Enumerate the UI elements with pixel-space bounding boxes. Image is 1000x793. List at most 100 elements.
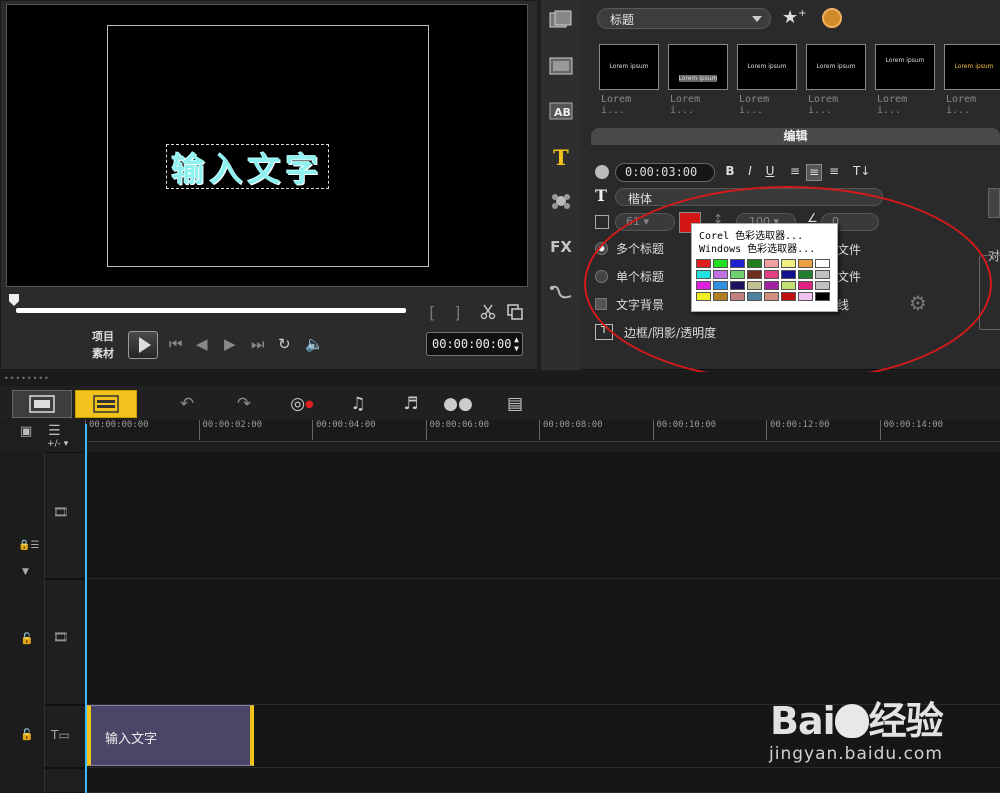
text-background-checkbox[interactable] [595,298,607,310]
italic-button[interactable]: I [742,164,758,181]
color-swatch[interactable] [815,259,830,268]
multi-title-option[interactable]: 多个标题 [595,239,664,257]
color-swatch[interactable] [696,281,711,290]
color-swatch[interactable] [747,270,762,279]
enlarge-preview-icon[interactable] [504,301,526,323]
color-swatch[interactable] [798,281,813,290]
multi-title-radio[interactable] [595,241,608,255]
open-file-label[interactable]: 文件 [837,241,861,258]
align-right-icon[interactable]: ≡ [826,164,842,181]
color-swatch[interactable] [713,292,728,301]
title-thumbnail[interactable]: Lorem ipsum [737,44,797,90]
color-swatch[interactable] [713,259,728,268]
mark-out-button[interactable]: ] [453,303,463,322]
video-track-header[interactable]: 🎞 [44,452,85,579]
line-label[interactable]: 线 [837,296,849,313]
overlay-track-header[interactable]: 🎞 [44,579,85,705]
title-thumbnail[interactable]: Lorem ipsum [944,44,1000,90]
ripple-edit-icon[interactable]: 🔒☰ [18,540,39,551]
expand-tracks-icon[interactable]: ▼ [22,567,29,577]
scrubber-handle[interactable] [9,294,19,306]
text-background-option[interactable]: 文字背景 [595,295,664,313]
color-swatch[interactable] [764,270,779,279]
color-swatch[interactable] [747,292,762,301]
graphic-icon[interactable] [547,189,575,213]
add-to-favorites-icon[interactable]: ★+ [782,7,807,28]
project-mode-label[interactable]: 项目 [92,328,114,345]
video-track[interactable] [85,452,1000,579]
timeline-ruler[interactable]: 00:00:00:00 00:00:02:00 00:00:04:00 00:00:0… [85,420,1000,442]
instant-project-icon[interactable] [547,54,575,78]
color-swatch[interactable] [747,281,762,290]
align-left-icon[interactable]: ≡ [787,164,803,181]
color-swatch[interactable] [815,292,830,301]
add-remove-chapter-button[interactable]: +/- ▾ [47,439,68,449]
scissors-icon[interactable] [477,301,499,323]
title-text[interactable]: 输入文字 [172,143,324,191]
repeat-icon[interactable]: ↻ [278,335,291,353]
edit-tab[interactable]: 编辑 [591,128,1000,145]
sound-mixer-icon[interactable]: ♫ [344,392,372,416]
clip-mode-label[interactable]: 素材 [92,345,114,362]
color-swatch[interactable] [798,292,813,301]
next-frame-icon[interactable]: ▶ [224,335,236,353]
media-icon[interactable] [547,8,575,32]
previous-frame-icon[interactable]: ◀ [196,335,208,353]
voice-track[interactable] [85,768,1000,793]
record-capture-icon[interactable]: ◎ ● [288,392,316,416]
overlay-lock-icon[interactable]: 🔓 [20,632,34,645]
volume-icon[interactable]: 🔈 [305,335,324,353]
mark-in-button[interactable]: [ [427,303,437,322]
color-swatch[interactable] [798,270,813,279]
category-dropdown[interactable]: 标题 [597,8,771,29]
color-swatch[interactable] [696,292,711,301]
redo-icon[interactable]: ↷ [230,392,258,416]
panel-edge-button[interactable] [988,188,1000,218]
duration-field[interactable]: 0:00:03:00 [615,163,715,182]
settings-gear-icon[interactable]: ⚙ [909,291,935,315]
color-swatch[interactable] [764,292,779,301]
single-title-radio[interactable] [595,269,608,283]
title-icon[interactable]: T [547,145,575,170]
color-swatch[interactable] [781,281,796,290]
library-manager-icon[interactable] [822,8,842,28]
border-shadow-option[interactable]: T 边框/阴影/透明度 [595,323,716,341]
timecode-stepper-icon[interactable]: ▲ ▼ [514,335,519,353]
windows-color-picker-item[interactable]: Windows 色彩选取器... [699,240,815,255]
title-thumbnail[interactable]: Lorem ipsum [599,44,659,90]
motion-tracking-icon[interactable]: ●● [443,392,473,416]
timeline-view-button[interactable] [75,390,137,418]
color-swatch[interactable] [696,259,711,268]
title-clip[interactable]: 输入文字 [87,705,254,766]
border-shadow-icon[interactable]: T [595,324,613,340]
title-lock-icon[interactable]: 🔓 [20,728,34,741]
color-swatch[interactable] [815,281,830,290]
color-swatch[interactable] [713,270,728,279]
chapter-list-icon[interactable]: ☰ [48,423,61,439]
timecode-field[interactable]: 00:00:00:00 ▲ ▼ [426,332,523,356]
undo-icon[interactable]: ↶ [173,392,201,416]
track-manager-icon[interactable]: ▣ [20,424,32,439]
color-swatch[interactable] [781,292,796,301]
align-options-frame[interactable] [979,255,1000,330]
vertical-text-icon[interactable]: T↓ [853,164,870,181]
path-motion-icon[interactable] [547,280,575,304]
underline-button[interactable]: U [762,164,778,181]
color-swatch[interactable] [781,259,796,268]
color-swatch[interactable] [730,281,745,290]
storyboard-view-button[interactable] [12,390,72,418]
color-swatch[interactable] [730,259,745,268]
color-swatch[interactable] [764,281,779,290]
transition-icon[interactable]: AB [547,99,575,123]
auto-music-icon[interactable]: ♬ [397,392,425,416]
save-file-label[interactable]: 文件 [837,268,861,285]
scrubber-bar[interactable] [16,308,406,313]
color-swatch[interactable] [730,270,745,279]
title-thumbnail[interactable]: Lorem ipsum [806,44,866,90]
voice-track-header[interactable] [44,768,85,793]
color-swatch[interactable] [730,292,745,301]
color-swatch[interactable] [815,270,830,279]
overlay-track[interactable] [85,579,1000,705]
preview-screen[interactable]: 输入文字 [6,4,528,287]
bold-button[interactable]: B [722,164,738,181]
